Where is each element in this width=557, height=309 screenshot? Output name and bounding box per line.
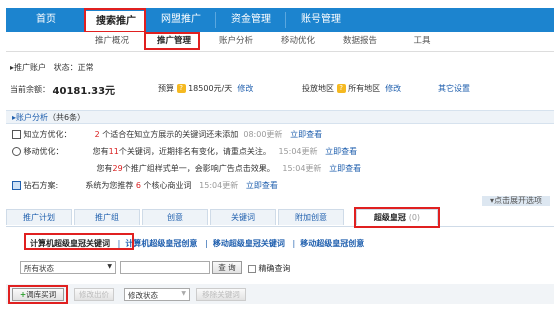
main-tab-account[interactable]: 账号管理 [286,8,356,32]
main-tab-home[interactable]: 首页 [6,8,86,32]
balance-row: 当前余额： 40181.33元 [10,85,116,97]
help-icon[interactable]: ? [336,84,346,93]
remove-keyword-button[interactable]: 移除关键词 [196,288,246,301]
main-tab-funds[interactable]: 资金管理 [216,8,286,32]
main-nav: 首页 搜索推广 网盟推广 资金管理 账号管理 [0,0,557,32]
account-header: ▸推广账户 状态：正常 [10,63,94,72]
sub-nav-overview[interactable]: 推广概况 [84,32,140,50]
analysis-header: ▸账户分析（共6条） [6,110,554,124]
sub-nav: 推广概况 推广管理 账户分析 移动优化 数据报告 工具 [6,32,554,52]
tab-extensions[interactable]: 附加创意 [278,209,344,225]
crown-link-pc-keywords[interactable]: 计算机超级皇冠关键词 [30,239,110,248]
tab-keywords[interactable]: 关键词 [210,209,276,225]
tab-creatives[interactable]: 创意 [142,209,208,225]
sub-nav-analysis[interactable]: 账户分析 [208,32,264,50]
keyword-search-input[interactable] [120,261,210,274]
view-now-link[interactable]: 立即查看 [290,130,322,139]
analysis-section: ▸账户分析（共6条） 知立方优化： 2 个适合在知立方展示的关键词还未添加 08… [6,110,554,206]
document-icon [12,130,21,139]
crown-links: 计算机超级皇冠关键词 | 计算机超级皇冠创意 | 移动超级皇冠关键词 | 移动超… [30,239,365,248]
tab-super-crown[interactable]: 超级皇冠 (0) [356,209,438,225]
diamond-icon [12,181,21,190]
view-now-link[interactable]: 立即查看 [325,147,357,156]
budget-edit-link[interactable]: 修改 [237,84,253,93]
crown-link-mobile-creatives[interactable]: 移动超级皇冠创意 [300,239,364,248]
chevron-down-icon: ▼ [107,263,112,270]
edit-bid-button[interactable]: 修改出价 [74,288,114,301]
crown-link-mobile-keywords[interactable]: 移动超级皇冠关键词 [213,239,285,248]
balance-value: 40181.33元 [52,86,116,97]
analysis-row: 移动优化： 您有11个关键词，近期排名有变化，请重点关注。 15:04更新 立即… [12,146,357,157]
view-now-link[interactable]: 立即查看 [329,164,361,173]
main-tab-network-promotion[interactable]: 网盟推广 [146,8,216,32]
status-filter-select[interactable]: 所有状态 ▼ [20,261,116,274]
analysis-row: 知立方优化： 2 个适合在知立方展示的关键词还未添加 08:00更新 立即查看 [12,129,322,140]
region-edit-link[interactable]: 修改 [385,84,401,93]
sub-nav-mobile[interactable]: 移动优化 [270,32,326,50]
other-settings-link[interactable]: 其它设置 [438,83,470,94]
sub-nav-reports[interactable]: 数据报告 [332,32,388,50]
budget-row: 预算 ? 18500元/天 修改 [158,84,254,93]
analysis-row: 您有29个推广组样式单一，会影响广告点击效果。 15:04更新 立即查看 [96,164,362,173]
account-section: ▸推广账户 状态：正常 当前余额： 40181.33元 预算 ? 18500元/… [6,58,554,102]
crown-link-pc-creatives[interactable]: 计算机超级皇冠创意 [125,239,197,248]
sub-nav-management[interactable]: 推广管理 [146,32,202,50]
view-now-link[interactable]: 立即查看 [246,181,278,190]
tab-plans[interactable]: 推广计划 [6,209,72,225]
tabs-divider [6,226,554,227]
exact-match-checkbox[interactable] [248,264,256,273]
main-tab-search-promotion[interactable]: 搜索推广 [86,11,146,32]
ad-tabs: 推广计划 推广组 创意 关键词 附加创意 超级皇冠 (0) [6,209,554,227]
expand-options-link[interactable]: ▾点击展开选项 [481,196,550,206]
help-icon[interactable]: ? [176,84,186,93]
exact-match-option[interactable]: 精确查询 [248,263,291,274]
mobile-icon [12,147,21,156]
analysis-row: 钻石方案: 系统为您推荐 6 个核心商业词 15:04更新 立即查看 [12,180,278,191]
tab-groups[interactable]: 推广组 [74,209,140,225]
search-button[interactable]: 查 询 [212,261,242,274]
adjust-keywords-button[interactable]: +调库买词 [12,288,64,301]
sub-nav-tools[interactable]: 工具 [394,32,450,50]
edit-status-select[interactable]: 修改状态 ▼ [124,288,190,301]
region-row: 投放地区 ? 所有地区 修改 [302,84,402,93]
chevron-down-icon: ▼ [181,290,186,297]
